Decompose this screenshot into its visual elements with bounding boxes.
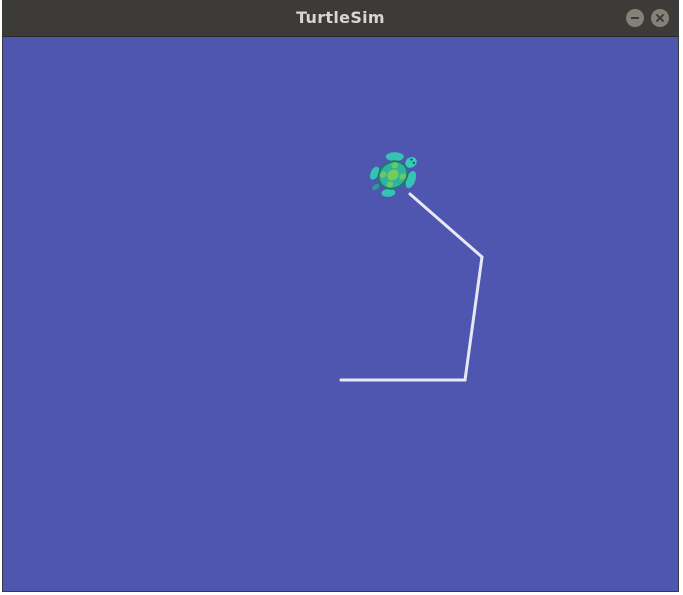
turtlesim-window: TurtleSim [2,0,679,592]
turtle-icon [369,152,417,197]
window-title: TurtleSim [296,8,385,27]
turtle-canvas [3,37,678,591]
title-bar[interactable]: TurtleSim [3,1,678,37]
close-button[interactable] [651,9,669,27]
minimize-icon [631,17,639,19]
drawing-surface [339,152,484,382]
minimize-button[interactable] [626,9,644,27]
pen-trail [339,192,484,382]
